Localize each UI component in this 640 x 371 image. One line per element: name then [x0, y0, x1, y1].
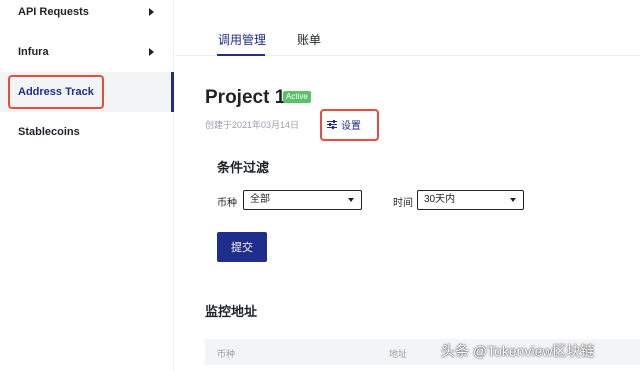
submit-label: 提交 [231, 242, 253, 254]
column-header-currency: 币种 [217, 349, 236, 359]
active-tab-indicator [217, 54, 265, 56]
submit-button[interactable]: 提交 [217, 232, 267, 262]
time-select[interactable]: 30天内 [417, 190, 524, 210]
currency-label: 币种 [217, 198, 237, 209]
sidebar-item-label: API Requests [18, 6, 89, 18]
time-label: 时间 [393, 198, 413, 209]
tab-call-management[interactable]: 调用管理 [218, 31, 266, 48]
column-header-address: 地址 [389, 349, 408, 359]
sidebar: API Requests Infura Address Track Stable… [0, 0, 174, 371]
sidebar-item-api-requests[interactable]: API Requests [0, 0, 174, 32]
chevron-right-icon [149, 48, 154, 56]
sidebar-item-stablecoins[interactable]: Stablecoins [0, 112, 174, 152]
watermark: 头条 @Tokenview区块链 [441, 343, 595, 359]
time-select-value: 30天内 [424, 194, 456, 205]
chevron-down-icon [510, 198, 516, 202]
currency-select[interactable]: 全部 [243, 190, 362, 210]
sidebar-item-label: Infura [18, 46, 49, 58]
created-date: 创建于2021年03月14日 [205, 120, 300, 130]
chevron-right-icon [149, 8, 154, 16]
sidebar-item-label: Stablecoins [18, 126, 80, 138]
monitor-section-title: 监控地址 [205, 304, 258, 319]
sidebar-item-infura[interactable]: Infura [0, 32, 174, 72]
filter-section-title: 条件过滤 [217, 160, 270, 175]
status-badge: Active [283, 91, 311, 103]
page-title: Project 1 [205, 87, 286, 108]
tab-billing[interactable]: 账单 [297, 31, 321, 48]
chevron-down-icon [348, 198, 354, 202]
currency-select-value: 全部 [250, 194, 270, 205]
highlight-box [8, 75, 104, 109]
highlight-box [320, 109, 379, 141]
